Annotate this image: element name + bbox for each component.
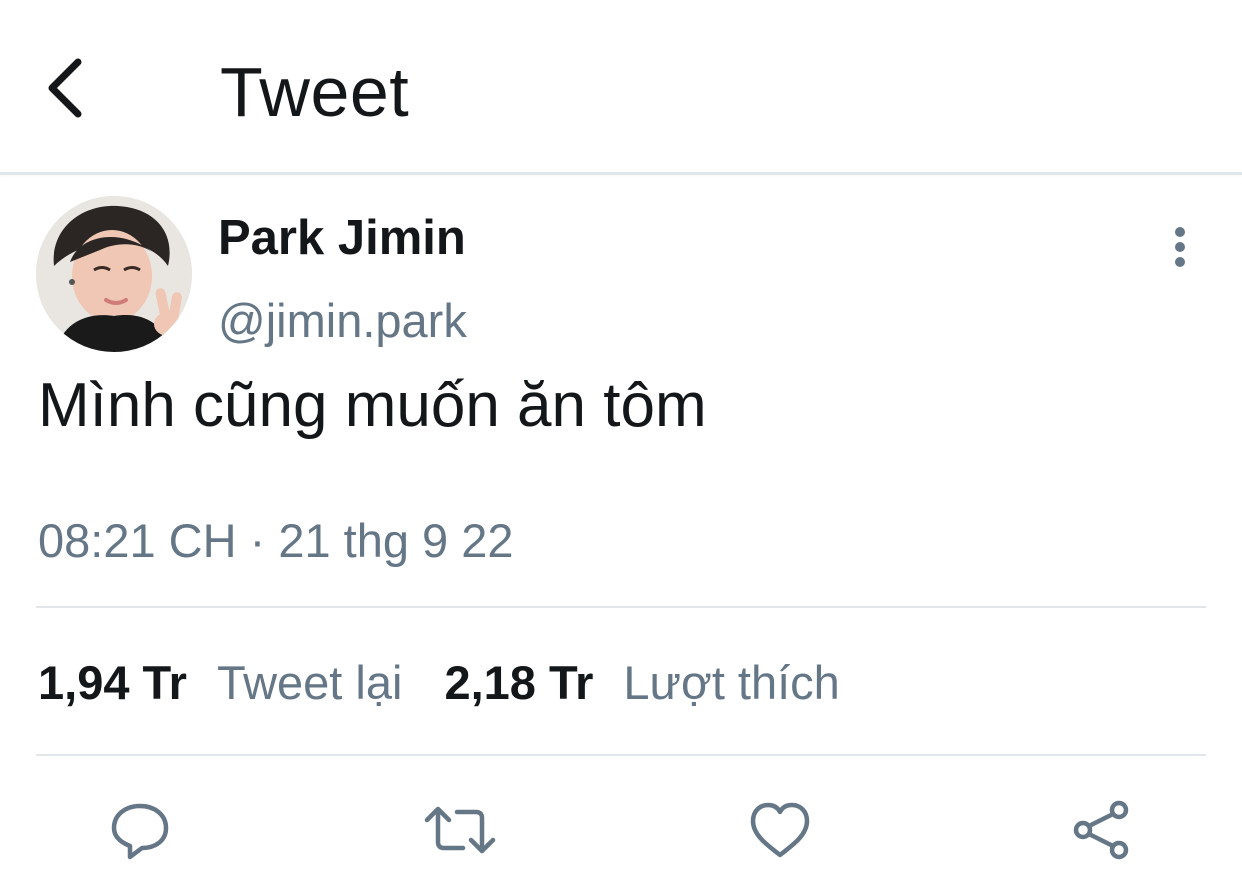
vertical-ellipsis-icon <box>1175 227 1185 267</box>
author-display-name[interactable]: Park Jimin <box>218 208 466 268</box>
retweets-label: Tweet lại <box>216 656 403 709</box>
share-button[interactable] <box>1062 790 1142 870</box>
retweet-button[interactable] <box>420 790 500 870</box>
share-nodes-icon <box>1073 800 1129 860</box>
tweet-timestamp: 08:21 CH · 21 thg 9 22 <box>38 514 514 567</box>
page-title: Tweet <box>220 53 410 131</box>
likes-count: 2,18 Tr <box>444 656 594 709</box>
reply-button[interactable] <box>100 790 180 870</box>
chevron-left-icon <box>48 58 82 118</box>
divider <box>36 754 1206 756</box>
retweets-stat[interactable]: 1,94 Tr Tweet lại <box>38 650 402 716</box>
like-button[interactable] <box>740 790 820 870</box>
likes-label: Lượt thích <box>623 656 840 709</box>
tweet-stats: 1,94 Tr Tweet lại 2,18 Tr Lượt thích <box>38 650 840 716</box>
avatar-photo <box>36 196 192 352</box>
back-button[interactable] <box>40 52 100 124</box>
heart-icon <box>750 802 810 858</box>
more-options-button[interactable] <box>1158 222 1202 274</box>
speech-bubble-icon <box>111 803 169 860</box>
tweet-text: Mình cũng muốn ăn tôm <box>38 371 707 440</box>
divider <box>36 606 1206 608</box>
likes-stat[interactable]: 2,18 Tr Lượt thích <box>444 650 839 716</box>
top-navigation-bar: Tweet <box>0 0 1242 175</box>
retweet-arrows-icon <box>424 806 496 854</box>
retweets-count: 1,94 Tr <box>38 656 187 709</box>
avatar[interactable] <box>36 196 192 352</box>
author-handle[interactable]: @jimin.park <box>218 292 467 350</box>
